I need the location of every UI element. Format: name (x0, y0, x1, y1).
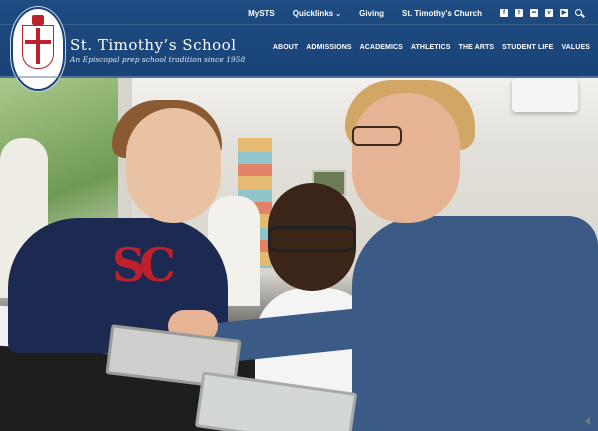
mysts-link[interactable]: MySTS (248, 9, 275, 18)
nav-athletics[interactable]: ATHLETICS (411, 44, 451, 51)
teacher-glasses (352, 126, 402, 146)
nav-academics[interactable]: ACADEMICS (360, 44, 403, 51)
mysts-bold: STS (259, 8, 275, 18)
school-seal-logo[interactable] (11, 7, 65, 91)
chevron-down-icon: ⌄ (335, 10, 342, 18)
seal-cross-vertical (36, 28, 40, 64)
ceiling-projector (512, 78, 578, 112)
hero-photo: SC (0, 78, 598, 431)
main-nav: ABOUT ADMISSIONS ACADEMICS ATHLETICS THE… (273, 44, 590, 51)
seal-shield (22, 25, 54, 69)
teacher-face (352, 93, 460, 223)
utility-nav: MySTS Quicklinks ⌄ Giving St. Timothy’s C… (248, 6, 584, 20)
nav-admissions[interactable]: ADMISSIONS (306, 44, 351, 51)
header-rule (0, 24, 598, 25)
quicklinks-dropdown[interactable]: Quicklinks ⌄ (293, 9, 341, 18)
site-header: MySTS Quicklinks ⌄ Giving St. Timothy’s C… (0, 0, 598, 91)
nav-student-life[interactable]: STUDENT LIFE (502, 44, 553, 51)
nav-the-arts[interactable]: THE ARTS (459, 44, 495, 51)
quicklinks-label: Quicklinks (292, 8, 334, 18)
youtube-icon[interactable]: ▶ (560, 9, 568, 17)
header-divider (0, 76, 598, 78)
mysts-prefix: My (248, 8, 260, 18)
shirt-letters: SC (112, 238, 176, 292)
school-tagline: An Episcopal prep school tradition since… (70, 55, 246, 64)
search-icon[interactable] (575, 8, 584, 18)
giving-link[interactable]: Giving (359, 9, 384, 18)
facebook-icon[interactable]: f (500, 9, 508, 17)
student-girl-face (126, 108, 221, 223)
vimeo-icon[interactable]: v (545, 9, 553, 17)
school-name[interactable]: St. Timothy’s School (70, 36, 237, 54)
nav-about[interactable]: ABOUT (273, 44, 298, 51)
slider-prev-arrow-icon[interactable] (585, 417, 590, 425)
social-links: f t •• v ▶ (500, 8, 584, 18)
twitter-icon[interactable]: t (515, 9, 523, 17)
student-boy-glasses (268, 226, 356, 252)
church-link[interactable]: St. Timothy’s Church (402, 9, 482, 18)
teacher (352, 216, 598, 431)
seal-cross-horizontal (25, 40, 51, 44)
seal-crest (32, 15, 44, 25)
nav-values[interactable]: VALUES (562, 44, 590, 51)
flickr-icon[interactable]: •• (530, 9, 538, 17)
